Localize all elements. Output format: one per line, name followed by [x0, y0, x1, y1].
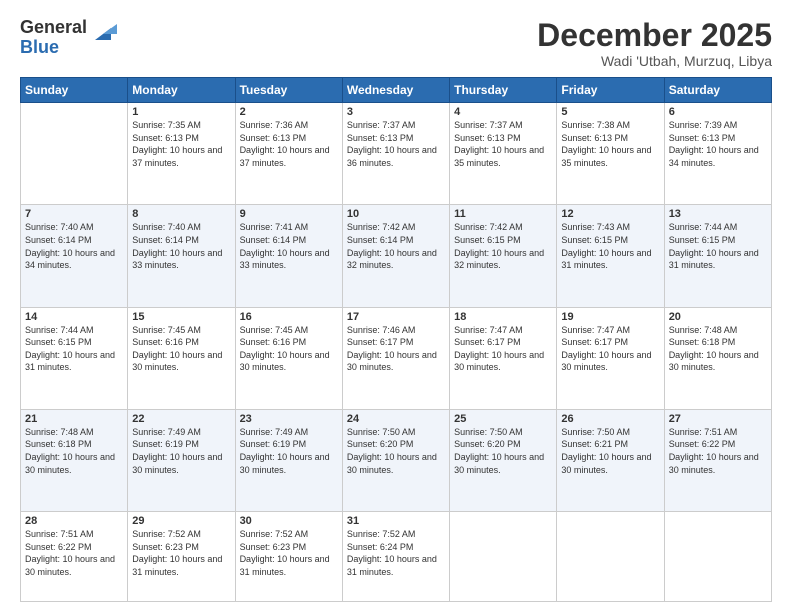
day-22: 22 Sunrise: 7:49 AMSunset: 6:19 PMDaylig… [128, 409, 235, 511]
day-2: 2 Sunrise: 7:36 AMSunset: 6:13 PMDayligh… [235, 103, 342, 205]
col-monday: Monday [128, 78, 235, 103]
day-21: 21 Sunrise: 7:48 AMSunset: 6:18 PMDaylig… [21, 409, 128, 511]
day-29: 29 Sunrise: 7:52 AMSunset: 6:23 PMDaylig… [128, 512, 235, 602]
day-10: 10 Sunrise: 7:42 AMSunset: 6:14 PMDaylig… [342, 205, 449, 307]
logo-blue: Blue [20, 38, 87, 58]
day-11: 11 Sunrise: 7:42 AMSunset: 6:15 PMDaylig… [450, 205, 557, 307]
day-16: 16 Sunrise: 7:45 AMSunset: 6:16 PMDaylig… [235, 307, 342, 409]
day-24: 24 Sunrise: 7:50 AMSunset: 6:20 PMDaylig… [342, 409, 449, 511]
day-20: 20 Sunrise: 7:48 AMSunset: 6:18 PMDaylig… [664, 307, 771, 409]
calendar-row-2: 7 Sunrise: 7:40 AMSunset: 6:14 PMDayligh… [21, 205, 772, 307]
day-14: 14 Sunrise: 7:44 AMSunset: 6:15 PMDaylig… [21, 307, 128, 409]
day-30: 30 Sunrise: 7:52 AMSunset: 6:23 PMDaylig… [235, 512, 342, 602]
page: General Blue December 2025 Wadi 'Utbah, … [0, 0, 792, 612]
calendar-row-1: 1 Sunrise: 7:35 AMSunset: 6:13 PMDayligh… [21, 103, 772, 205]
empty-cell [21, 103, 128, 205]
day-3: 3 Sunrise: 7:37 AMSunset: 6:13 PMDayligh… [342, 103, 449, 205]
day-27: 27 Sunrise: 7:51 AMSunset: 6:22 PMDaylig… [664, 409, 771, 511]
title-block: December 2025 Wadi 'Utbah, Murzuq, Libya [537, 18, 772, 69]
col-saturday: Saturday [664, 78, 771, 103]
logo-text: General Blue [20, 18, 87, 58]
col-wednesday: Wednesday [342, 78, 449, 103]
day-1: 1 Sunrise: 7:35 AMSunset: 6:13 PMDayligh… [128, 103, 235, 205]
calendar-header-row: Sunday Monday Tuesday Wednesday Thursday… [21, 78, 772, 103]
logo-general: General [20, 18, 87, 38]
day-23: 23 Sunrise: 7:49 AMSunset: 6:19 PMDaylig… [235, 409, 342, 511]
day-19: 19 Sunrise: 7:47 AMSunset: 6:17 PMDaylig… [557, 307, 664, 409]
calendar-table: Sunday Monday Tuesday Wednesday Thursday… [20, 77, 772, 602]
col-sunday: Sunday [21, 78, 128, 103]
month-title: December 2025 [537, 18, 772, 53]
day-6: 6 Sunrise: 7:39 AMSunset: 6:13 PMDayligh… [664, 103, 771, 205]
day-18: 18 Sunrise: 7:47 AMSunset: 6:17 PMDaylig… [450, 307, 557, 409]
day-8: 8 Sunrise: 7:40 AMSunset: 6:14 PMDayligh… [128, 205, 235, 307]
logo: General Blue [20, 18, 117, 58]
empty-cell-31-thu [450, 512, 557, 602]
day-4: 4 Sunrise: 7:37 AMSunset: 6:13 PMDayligh… [450, 103, 557, 205]
day-13: 13 Sunrise: 7:44 AMSunset: 6:15 PMDaylig… [664, 205, 771, 307]
calendar-row-3: 14 Sunrise: 7:44 AMSunset: 6:15 PMDaylig… [21, 307, 772, 409]
day-26: 26 Sunrise: 7:50 AMSunset: 6:21 PMDaylig… [557, 409, 664, 511]
location: Wadi 'Utbah, Murzuq, Libya [537, 53, 772, 69]
day-9: 9 Sunrise: 7:41 AMSunset: 6:14 PMDayligh… [235, 205, 342, 307]
day-17: 17 Sunrise: 7:46 AMSunset: 6:17 PMDaylig… [342, 307, 449, 409]
empty-cell-31-sat [664, 512, 771, 602]
col-thursday: Thursday [450, 78, 557, 103]
day-15: 15 Sunrise: 7:45 AMSunset: 6:16 PMDaylig… [128, 307, 235, 409]
calendar-row-4: 21 Sunrise: 7:48 AMSunset: 6:18 PMDaylig… [21, 409, 772, 511]
day-25: 25 Sunrise: 7:50 AMSunset: 6:20 PMDaylig… [450, 409, 557, 511]
day-12: 12 Sunrise: 7:43 AMSunset: 6:15 PMDaylig… [557, 205, 664, 307]
empty-cell-31-fri [557, 512, 664, 602]
logo-icon [89, 18, 117, 46]
day-5: 5 Sunrise: 7:38 AMSunset: 6:13 PMDayligh… [557, 103, 664, 205]
col-friday: Friday [557, 78, 664, 103]
day-28: 28 Sunrise: 7:51 AMSunset: 6:22 PMDaylig… [21, 512, 128, 602]
col-tuesday: Tuesday [235, 78, 342, 103]
day-31: 31 Sunrise: 7:52 AMSunset: 6:24 PMDaylig… [342, 512, 449, 602]
day-7: 7 Sunrise: 7:40 AMSunset: 6:14 PMDayligh… [21, 205, 128, 307]
header: General Blue December 2025 Wadi 'Utbah, … [20, 18, 772, 69]
calendar-row-5: 28 Sunrise: 7:51 AMSunset: 6:22 PMDaylig… [21, 512, 772, 602]
